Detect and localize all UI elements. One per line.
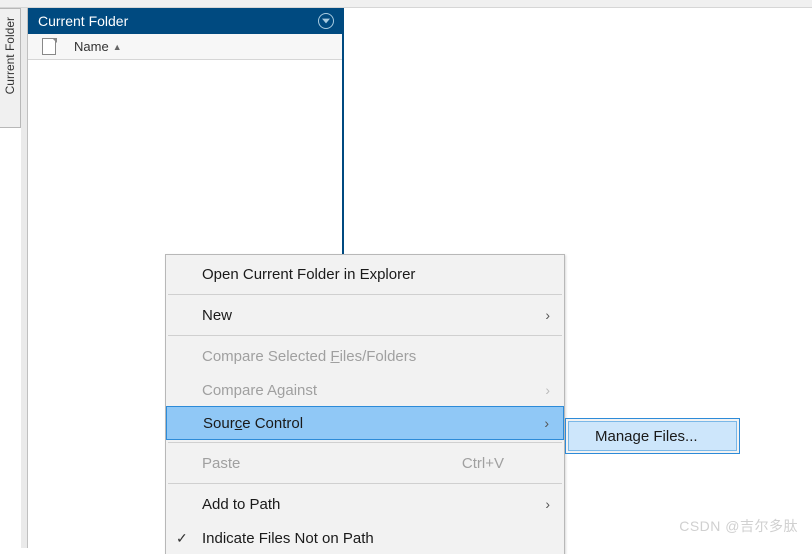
menu-label: Indicate Files Not on Path bbox=[202, 530, 374, 547]
menu-label: Manage Files... bbox=[595, 428, 698, 445]
menu-new[interactable]: New › bbox=[166, 298, 564, 332]
menu-label: Compare Against bbox=[202, 382, 317, 399]
menu-source-control[interactable]: Source Control › bbox=[166, 406, 564, 440]
sort-asc-icon: ▲ bbox=[113, 42, 122, 52]
shortcut-text: Ctrl+V bbox=[462, 455, 504, 472]
menu-label: Compare Selected Files/Folders bbox=[202, 348, 416, 365]
source-control-submenu: Manage Files... bbox=[565, 418, 740, 454]
menu-indicate-files[interactable]: ✓ Indicate Files Not on Path bbox=[166, 521, 564, 554]
menu-compare-against: Compare Against › bbox=[166, 373, 564, 407]
menu-open-in-explorer[interactable]: Open Current Folder in Explorer bbox=[166, 257, 564, 291]
panel-gutter bbox=[21, 8, 28, 548]
panel-title-bar[interactable]: Current Folder bbox=[28, 8, 342, 34]
submenu-arrow-icon: › bbox=[545, 382, 550, 398]
panel-title-text: Current Folder bbox=[38, 13, 128, 29]
menu-separator bbox=[168, 442, 562, 443]
side-tab-label: Current Folder bbox=[3, 17, 17, 94]
panel-menu-icon[interactable] bbox=[318, 13, 334, 29]
menu-label: New bbox=[202, 307, 232, 324]
menu-separator bbox=[168, 294, 562, 295]
column-header-name: Name bbox=[74, 39, 109, 54]
menu-add-to-path[interactable]: Add to Path › bbox=[166, 487, 564, 521]
context-menu: Open Current Folder in Explorer New › Co… bbox=[165, 254, 565, 554]
submenu-arrow-icon: › bbox=[544, 415, 549, 431]
submenu-arrow-icon: › bbox=[545, 496, 550, 512]
menu-label: Open Current Folder in Explorer bbox=[202, 266, 415, 283]
menu-separator bbox=[168, 483, 562, 484]
menu-compare-selected: Compare Selected Files/Folders bbox=[166, 339, 564, 373]
menu-label: Paste bbox=[202, 455, 240, 472]
file-type-icon bbox=[42, 38, 58, 56]
menu-label: Add to Path bbox=[202, 496, 280, 513]
submenu-arrow-icon: › bbox=[545, 307, 550, 323]
submenu-manage-files[interactable]: Manage Files... bbox=[568, 421, 737, 451]
column-header-row[interactable]: Name ▲ bbox=[28, 34, 342, 60]
collapsed-side-tab[interactable]: Current Folder bbox=[0, 8, 21, 128]
menu-paste: Paste Ctrl+V bbox=[166, 446, 564, 480]
top-toolbar-strip bbox=[0, 0, 812, 8]
menu-separator bbox=[168, 335, 562, 336]
menu-label: Source Control bbox=[203, 415, 303, 432]
watermark-text: CSDN @吉尔多肽 bbox=[679, 516, 798, 536]
checkmark-icon: ✓ bbox=[176, 530, 188, 547]
